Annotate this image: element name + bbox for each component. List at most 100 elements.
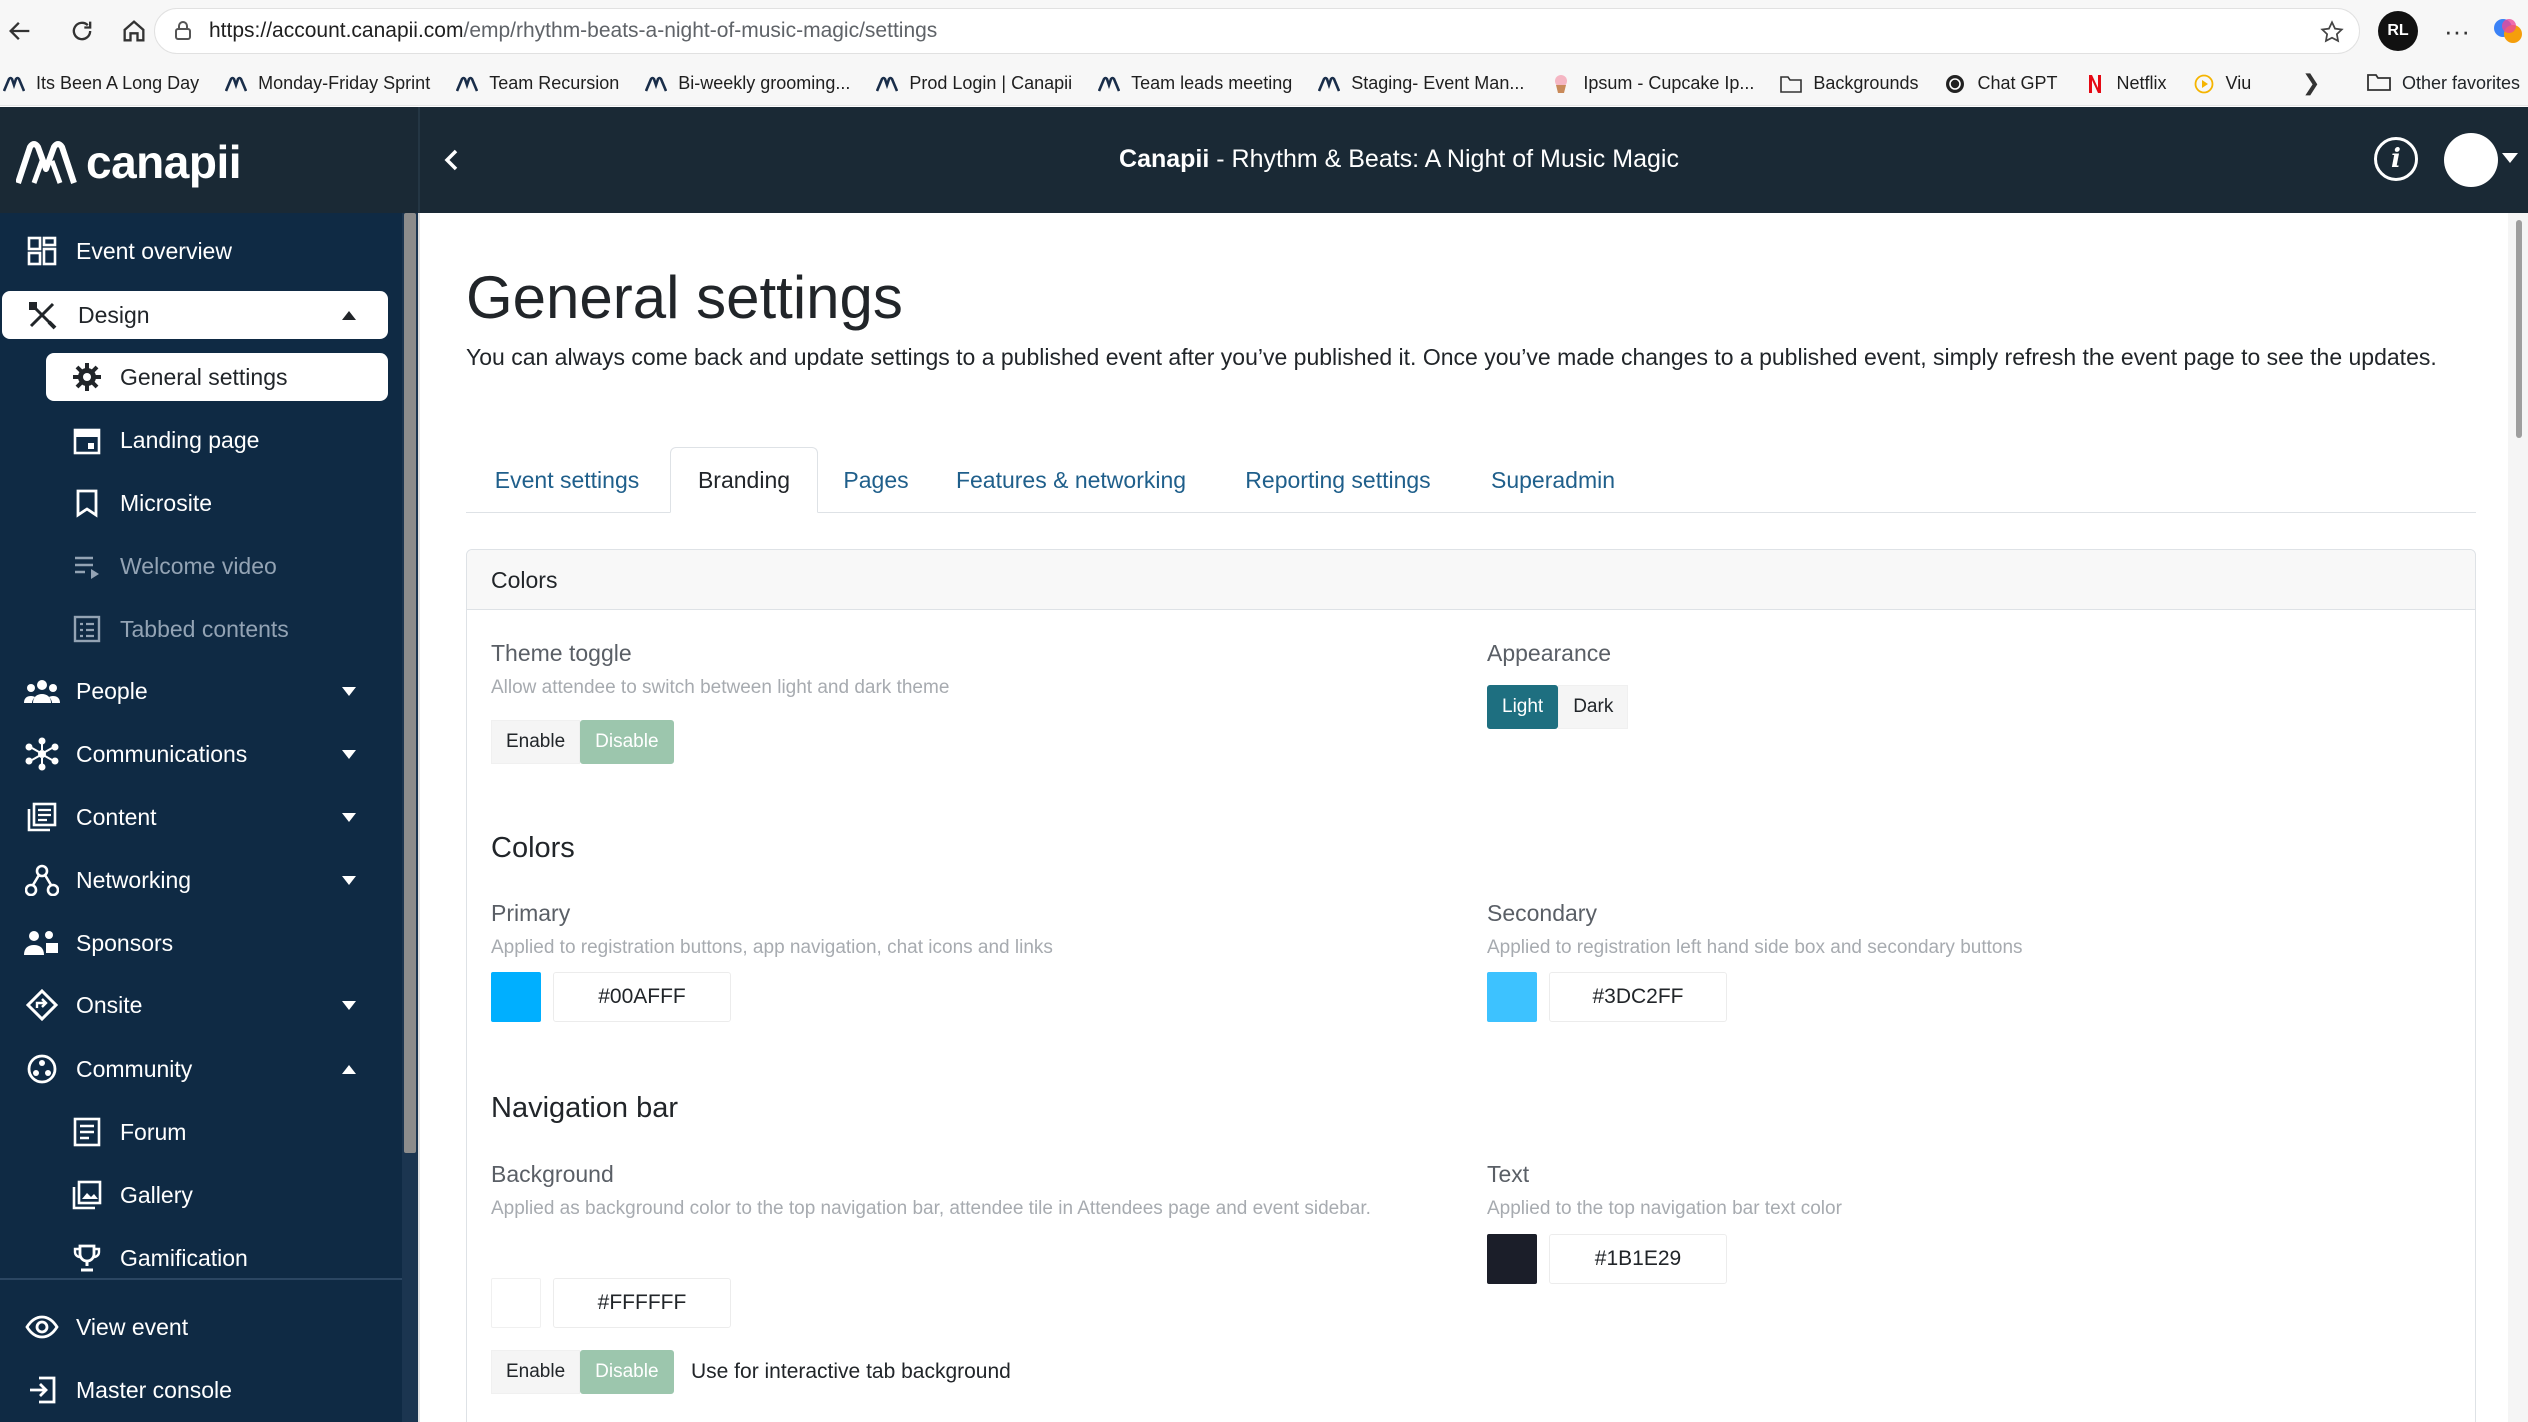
gallery-icon xyxy=(70,1178,104,1212)
community-icon xyxy=(24,1051,60,1087)
bookmark-item[interactable]: Bi-weekly grooming... xyxy=(644,73,850,94)
copilot-icon[interactable] xyxy=(2488,10,2528,52)
appearance-switch: Light Dark xyxy=(1487,685,1629,729)
sidebar-item-design[interactable]: Design xyxy=(2,291,388,339)
bookmark-item[interactable]: Ipsum - Cupcake Ip... xyxy=(1549,73,1754,94)
gear-icon xyxy=(70,360,104,394)
sidebar-item-communications[interactable]: Communications xyxy=(0,724,402,784)
sidebar-item-general-settings[interactable]: General settings xyxy=(46,353,388,401)
caret-down-icon[interactable] xyxy=(2502,153,2518,163)
sidebar-divider xyxy=(0,1278,402,1280)
sidebar-item-event-overview[interactable]: Event overview xyxy=(0,221,402,281)
appearance-light-button[interactable]: Light xyxy=(1487,685,1559,729)
browser-toolbar: https://account.canapii.com/emp/rhythm-b… xyxy=(0,0,2528,62)
caret-down-icon xyxy=(342,750,356,759)
tab-superadmin[interactable]: Superadmin xyxy=(1466,447,1640,513)
caret-down-icon xyxy=(342,813,356,822)
nav-text-hex-input[interactable]: #1B1E29 xyxy=(1549,1234,1727,1284)
sidebar-item-community[interactable]: Community xyxy=(0,1039,402,1099)
bookmark-item[interactable]: Staging- Event Man... xyxy=(1317,73,1524,94)
bookmark-item[interactable]: Netflix xyxy=(2083,73,2167,94)
address-bar[interactable]: https://account.canapii.com/emp/rhythm-b… xyxy=(154,8,2360,54)
secondary-hex-input[interactable]: #3DC2FF xyxy=(1549,972,1727,1022)
tab-branding[interactable]: Branding xyxy=(670,447,818,513)
reload-icon[interactable] xyxy=(62,11,102,51)
sidebar: Event overview Design General settings L… xyxy=(0,213,418,1422)
sidebar-item-tabbed-contents[interactable]: Tabbed contents xyxy=(0,599,402,659)
sidebar-item-onsite[interactable]: Onsite xyxy=(0,975,402,1035)
sidebar-item-content[interactable]: Content xyxy=(0,787,402,847)
bookmark-item[interactable]: Monday-Friday Sprint xyxy=(224,73,430,94)
interactive-tab-enable-button[interactable]: Enable xyxy=(491,1350,581,1394)
theme-toggle-switch: Enable Disable xyxy=(491,720,674,764)
info-icon[interactable]: i xyxy=(2374,137,2418,181)
folder-icon xyxy=(2366,72,2392,94)
settings-tabs: Event settings Branding Pages Features &… xyxy=(466,447,2476,513)
nav-background-hex-input[interactable]: #FFFFFF xyxy=(553,1278,731,1328)
caret-up-icon xyxy=(342,311,356,320)
sidebar-item-networking[interactable]: Networking xyxy=(0,850,402,910)
bookmark-item[interactable]: Chat GPT xyxy=(1943,73,2058,94)
sidebar-item-welcome-video[interactable]: Welcome video xyxy=(0,536,402,596)
secondary-label: Secondary xyxy=(1487,900,1597,926)
favorite-star-icon[interactable] xyxy=(2319,19,2345,45)
theme-toggle-enable-button[interactable]: Enable xyxy=(491,720,581,764)
sidebar-item-gallery[interactable]: Gallery xyxy=(0,1165,402,1225)
sidebar-item-sponsors[interactable]: Sponsors xyxy=(0,913,402,973)
sidebar-item-view-event[interactable]: View event xyxy=(0,1297,402,1357)
app-header: canapii Canapii - Rhythm & Beats: A Nigh… xyxy=(0,107,2528,213)
secondary-color-swatch[interactable] xyxy=(1487,972,1537,1022)
bookmark-item[interactable]: Prod Login | Canapii xyxy=(875,73,1072,94)
sponsors-icon xyxy=(24,925,60,961)
other-favorites[interactable]: Other favorites xyxy=(2366,72,2520,94)
eye-icon xyxy=(24,1309,60,1345)
interactive-tab-disable-button[interactable]: Disable xyxy=(580,1350,674,1394)
people-icon xyxy=(24,673,60,709)
canapii-icon xyxy=(1097,74,1121,94)
theme-toggle-help: Allow attendee to switch between light a… xyxy=(491,677,950,698)
folder-icon xyxy=(1779,74,1803,94)
tab-pages[interactable]: Pages xyxy=(820,447,932,513)
primary-hex-input[interactable]: #00AFFF xyxy=(553,972,731,1022)
extensions-menu-icon[interactable]: ··· xyxy=(2436,10,2478,52)
appearance-dark-button[interactable]: Dark xyxy=(1558,685,1629,729)
caret-down-icon xyxy=(342,1001,356,1010)
trophy-icon xyxy=(70,1241,104,1275)
tab-reporting-settings[interactable]: Reporting settings xyxy=(1210,447,1466,513)
page-title: General settings xyxy=(466,264,903,331)
chatgpt-icon xyxy=(1943,74,1967,94)
page-scrollbar-thumb[interactable] xyxy=(2516,220,2522,438)
navigation-bar-section-title: Navigation bar xyxy=(491,1092,678,1124)
caret-down-icon xyxy=(342,876,356,885)
theme-toggle-disable-button[interactable]: Disable xyxy=(580,720,674,764)
bookmark-item[interactable]: Viu xyxy=(2192,73,2251,94)
event-title: Canapii - Rhythm & Beats: A Night of Mus… xyxy=(1119,145,1679,173)
nav-background-label: Background xyxy=(491,1161,614,1187)
bookmark-item[interactable]: Backgrounds xyxy=(1779,73,1918,94)
nav-background-color-swatch[interactable] xyxy=(491,1278,541,1328)
nav-background-help: Applied as background color to the top n… xyxy=(491,1198,1371,1219)
user-avatar[interactable] xyxy=(2444,133,2498,187)
nav-text-color-swatch[interactable] xyxy=(1487,1234,1537,1284)
primary-label: Primary xyxy=(491,900,571,926)
theme-toggle-label: Theme toggle xyxy=(491,640,632,666)
canapii-icon xyxy=(455,74,479,94)
sidebar-scrollbar-thumb[interactable] xyxy=(404,213,416,1153)
bookmark-item[interactable]: Team Recursion xyxy=(455,73,619,94)
home-icon[interactable] xyxy=(114,11,154,51)
back-arrow-icon[interactable] xyxy=(0,11,40,51)
tab-event-settings[interactable]: Event settings xyxy=(466,447,668,513)
sidebar-item-forum[interactable]: Forum xyxy=(0,1102,402,1162)
primary-color-swatch[interactable] xyxy=(491,972,541,1022)
sidebar-item-people[interactable]: People xyxy=(0,661,402,721)
sidebar-item-master-console[interactable]: Master console xyxy=(0,1360,402,1420)
chevron-right-icon[interactable]: ❯ xyxy=(2302,70,2320,96)
design-tools-icon xyxy=(24,297,60,333)
sidebar-item-landing-page[interactable]: Landing page xyxy=(0,410,402,470)
secondary-help: Applied to registration left hand side b… xyxy=(1487,937,2023,958)
browser-profile-avatar[interactable]: RL xyxy=(2378,11,2418,51)
tab-features-networking[interactable]: Features & networking xyxy=(932,447,1210,513)
bookmark-item[interactable]: Its Been A Long Day xyxy=(2,73,199,94)
bookmark-item[interactable]: Team leads meeting xyxy=(1097,73,1292,94)
sidebar-item-microsite[interactable]: Microsite xyxy=(0,473,402,533)
